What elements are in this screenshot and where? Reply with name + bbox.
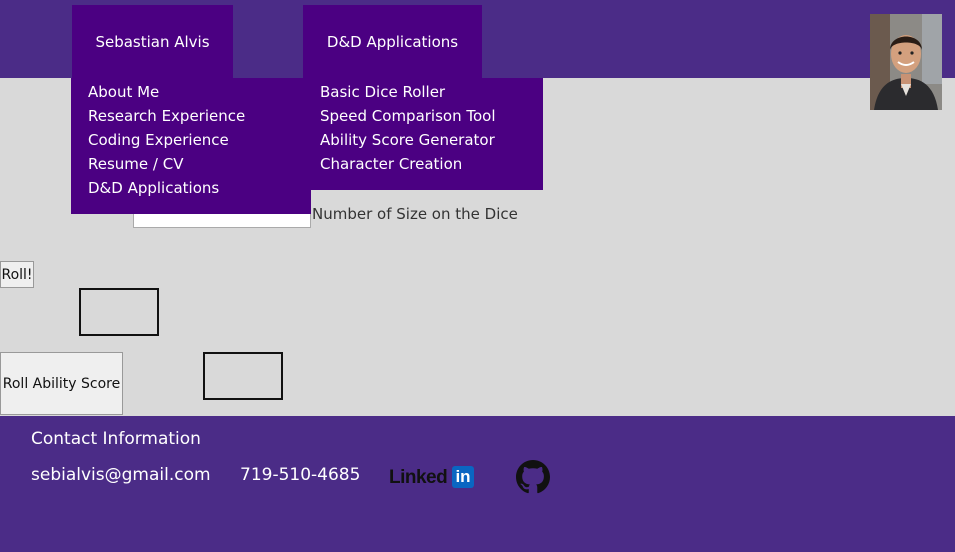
- dice-size-label: Number of Size on the Dice: [312, 205, 518, 223]
- contact-email[interactable]: sebialvis@gmail.com: [31, 465, 211, 485]
- menu-item-speed-comparison-tool[interactable]: Speed Comparison Tool: [320, 104, 526, 128]
- menu-item-ability-score-generator[interactable]: Ability Score Generator: [320, 128, 526, 152]
- menu-dnd-applications: Basic Dice Roller Speed Comparison Tool …: [303, 78, 543, 190]
- menu-item-about-me[interactable]: About Me: [88, 80, 294, 104]
- github-icon[interactable]: [516, 460, 550, 494]
- linkedin-wordmark: Linked: [389, 467, 448, 488]
- linkedin-in-badge: in: [452, 466, 474, 488]
- menu-item-dnd-applications[interactable]: D&D Applications: [88, 176, 294, 200]
- nav-tab-sebastian-alvis[interactable]: Sebastian Alvis: [72, 5, 233, 78]
- contact-title: Contact Information: [31, 429, 201, 449]
- avatar: [870, 14, 942, 110]
- footer: Contact Information sebialvis@gmail.com …: [0, 416, 955, 552]
- menu-item-coding-experience[interactable]: Coding Experience: [88, 128, 294, 152]
- ability-score-result-box: [203, 352, 283, 400]
- roll-result-box: [79, 288, 159, 336]
- linkedin-icon[interactable]: Linked in: [389, 466, 487, 490]
- profile-photo-icon: [870, 14, 942, 110]
- roll-button[interactable]: Roll!: [0, 261, 34, 288]
- menu-item-resume-cv[interactable]: Resume / CV: [88, 152, 294, 176]
- roll-ability-score-button[interactable]: Roll Ability Score: [0, 352, 123, 415]
- menu-item-basic-dice-roller[interactable]: Basic Dice Roller: [320, 80, 526, 104]
- nav-tab-dnd-applications[interactable]: D&D Applications: [303, 5, 482, 78]
- menu-item-research-experience[interactable]: Research Experience: [88, 104, 294, 128]
- contact-phone: 719-510-4685: [240, 465, 361, 485]
- menu-sebastian-alvis: About Me Research Experience Coding Expe…: [71, 78, 311, 214]
- menu-item-character-creation[interactable]: Character Creation: [320, 152, 526, 176]
